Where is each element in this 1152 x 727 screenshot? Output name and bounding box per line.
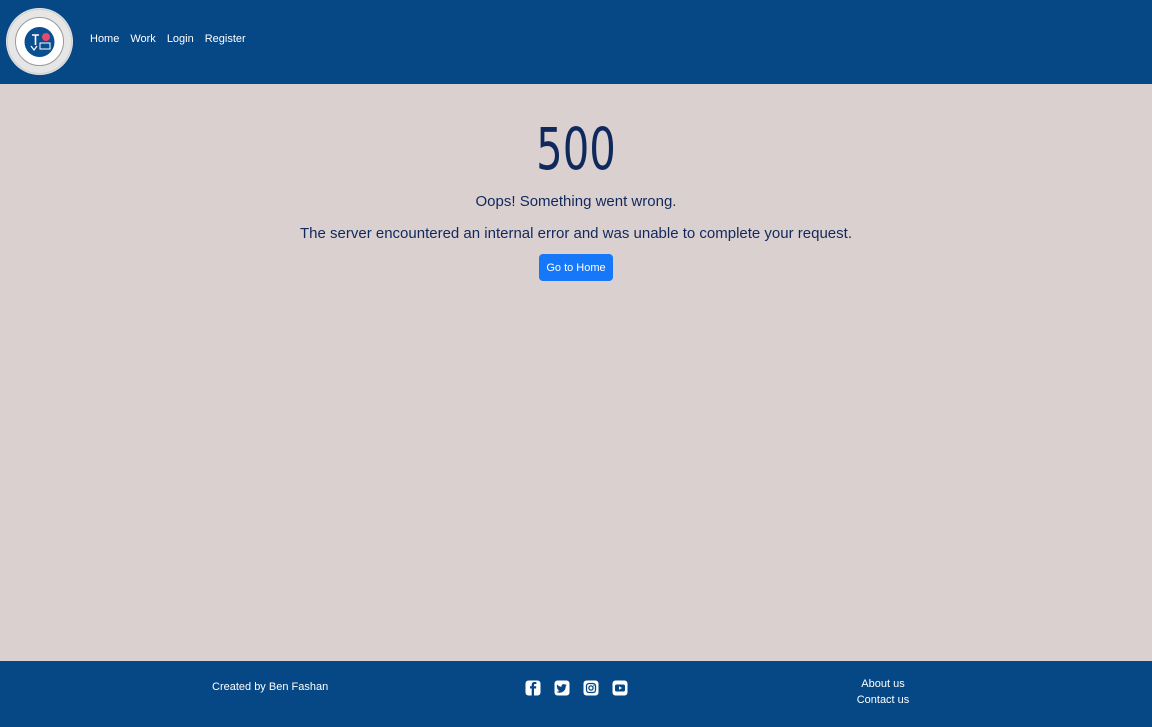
nav-work-link[interactable]: Work	[130, 32, 155, 46]
go-home-button[interactable]: Go to Home	[539, 254, 613, 281]
error-title: Oops! Something went wrong.	[475, 193, 677, 210]
site-header: Home Work Login Register	[0, 0, 1152, 84]
contact-us-link[interactable]: Contact us	[846, 692, 920, 708]
instagram-icon[interactable]	[582, 679, 600, 697]
error-content: 500 Oops! Something went wrong. The serv…	[0, 84, 1152, 661]
logo-badge-icon	[7, 9, 72, 74]
footer-links: About us Contact us	[846, 676, 920, 708]
youtube-icon[interactable]	[611, 679, 629, 697]
footer-credit: Created by Ben Fashan	[212, 681, 329, 693]
main-nav: Home Work Login Register	[90, 32, 257, 46]
about-us-link[interactable]: About us	[846, 676, 920, 692]
error-code: 500	[536, 115, 616, 183]
error-message: The server encountered an internal error…	[300, 225, 852, 242]
nav-register-link[interactable]: Register	[205, 32, 246, 46]
facebook-icon[interactable]	[524, 679, 542, 697]
social-links	[524, 679, 640, 697]
site-logo[interactable]	[6, 8, 73, 75]
nav-login-link[interactable]: Login	[167, 32, 194, 46]
twitter-icon[interactable]	[553, 679, 571, 697]
nav-home-link[interactable]: Home	[90, 32, 119, 46]
site-footer: Created by Ben Fashan About us Contact u…	[0, 661, 1152, 727]
